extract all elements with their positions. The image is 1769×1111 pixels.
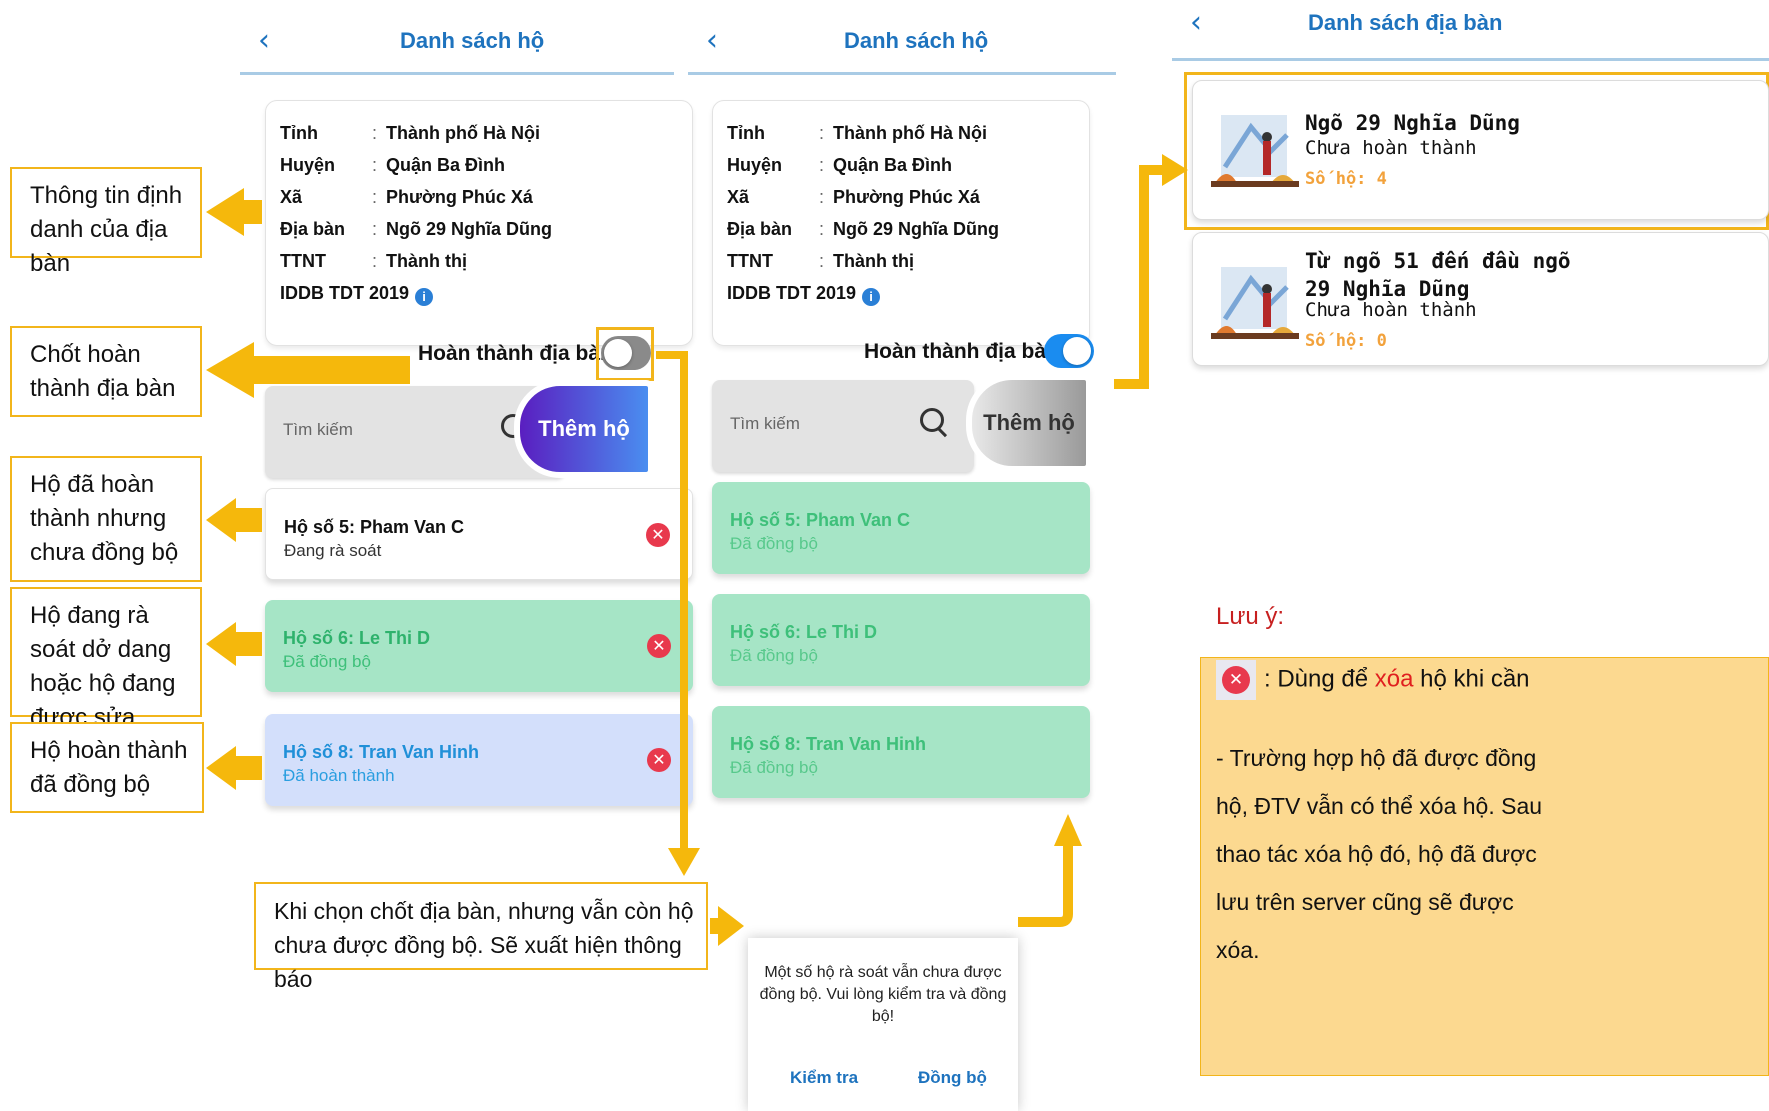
note-paragraph: - Trường hợp hộ đã được đồng hộ, ĐTV vẫn… — [1216, 745, 1543, 963]
delete-icon: ✕ — [1216, 660, 1256, 700]
note-heading-text: Lưu ý: — [1216, 603, 1285, 630]
note-delete-line: ✕: Dùng để xóa hộ khi cần — [1216, 660, 1530, 700]
